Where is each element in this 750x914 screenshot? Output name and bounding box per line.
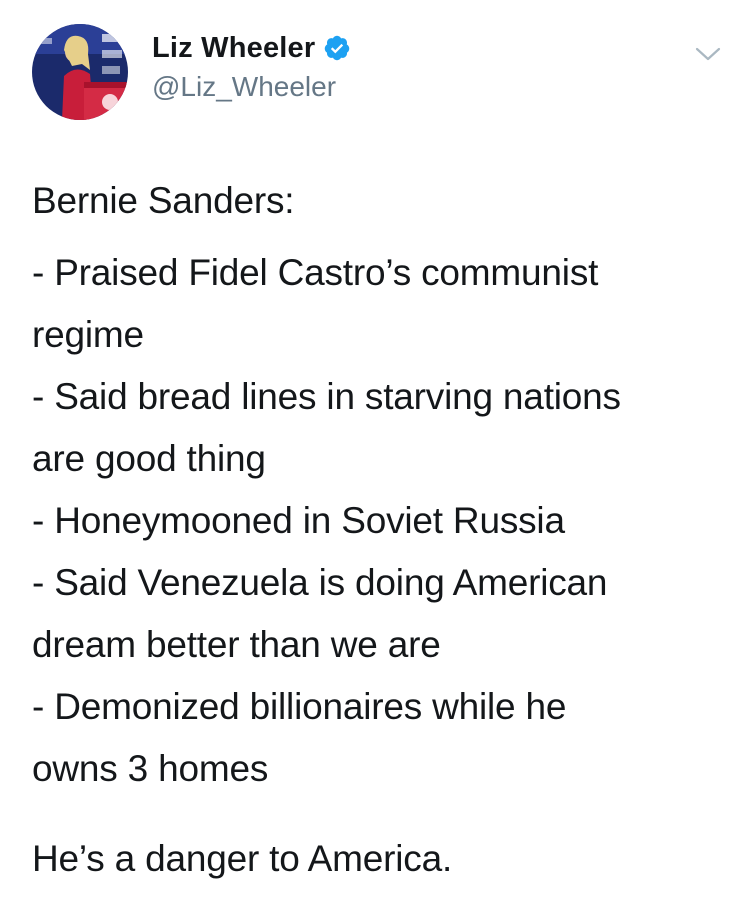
display-name[interactable]: Liz Wheeler — [152, 32, 315, 65]
author-info: Liz Wheeler @Liz_Wheeler — [152, 30, 351, 104]
tweet-line: - Honeymooned in Soviet Russia — [32, 500, 565, 541]
display-name-row: Liz Wheeler — [152, 30, 351, 66]
tweet-text: Bernie Sanders: - Praised Fidel Castro’s… — [32, 170, 722, 800]
tweet-line: - Demonized billionaires while he — [32, 686, 567, 727]
handle[interactable]: @Liz_Wheeler — [152, 70, 351, 104]
tweet-line: Bernie Sanders: — [32, 180, 295, 221]
tweet-line: - Praised Fidel Castro’s communist — [32, 252, 599, 293]
chevron-down-icon[interactable] — [692, 40, 724, 68]
avatar[interactable] — [32, 24, 128, 120]
tweet-line: regime — [32, 314, 144, 355]
tweet-line: - Said Venezuela is doing American — [32, 562, 608, 603]
tweet-line: owns 3 homes — [32, 748, 269, 789]
verified-badge-icon — [323, 34, 351, 62]
tweet-line: - Said bread lines in starving nations — [32, 376, 621, 417]
tweet-line: dream better than we are — [32, 624, 441, 665]
tweet-closing-line: He’s a danger to America. — [32, 838, 453, 879]
profile-photo — [32, 24, 128, 120]
tweet-line: are good thing — [32, 438, 266, 479]
tweet-card: Liz Wheeler @Liz_Wheeler Bernie Sanders:… — [0, 0, 750, 914]
